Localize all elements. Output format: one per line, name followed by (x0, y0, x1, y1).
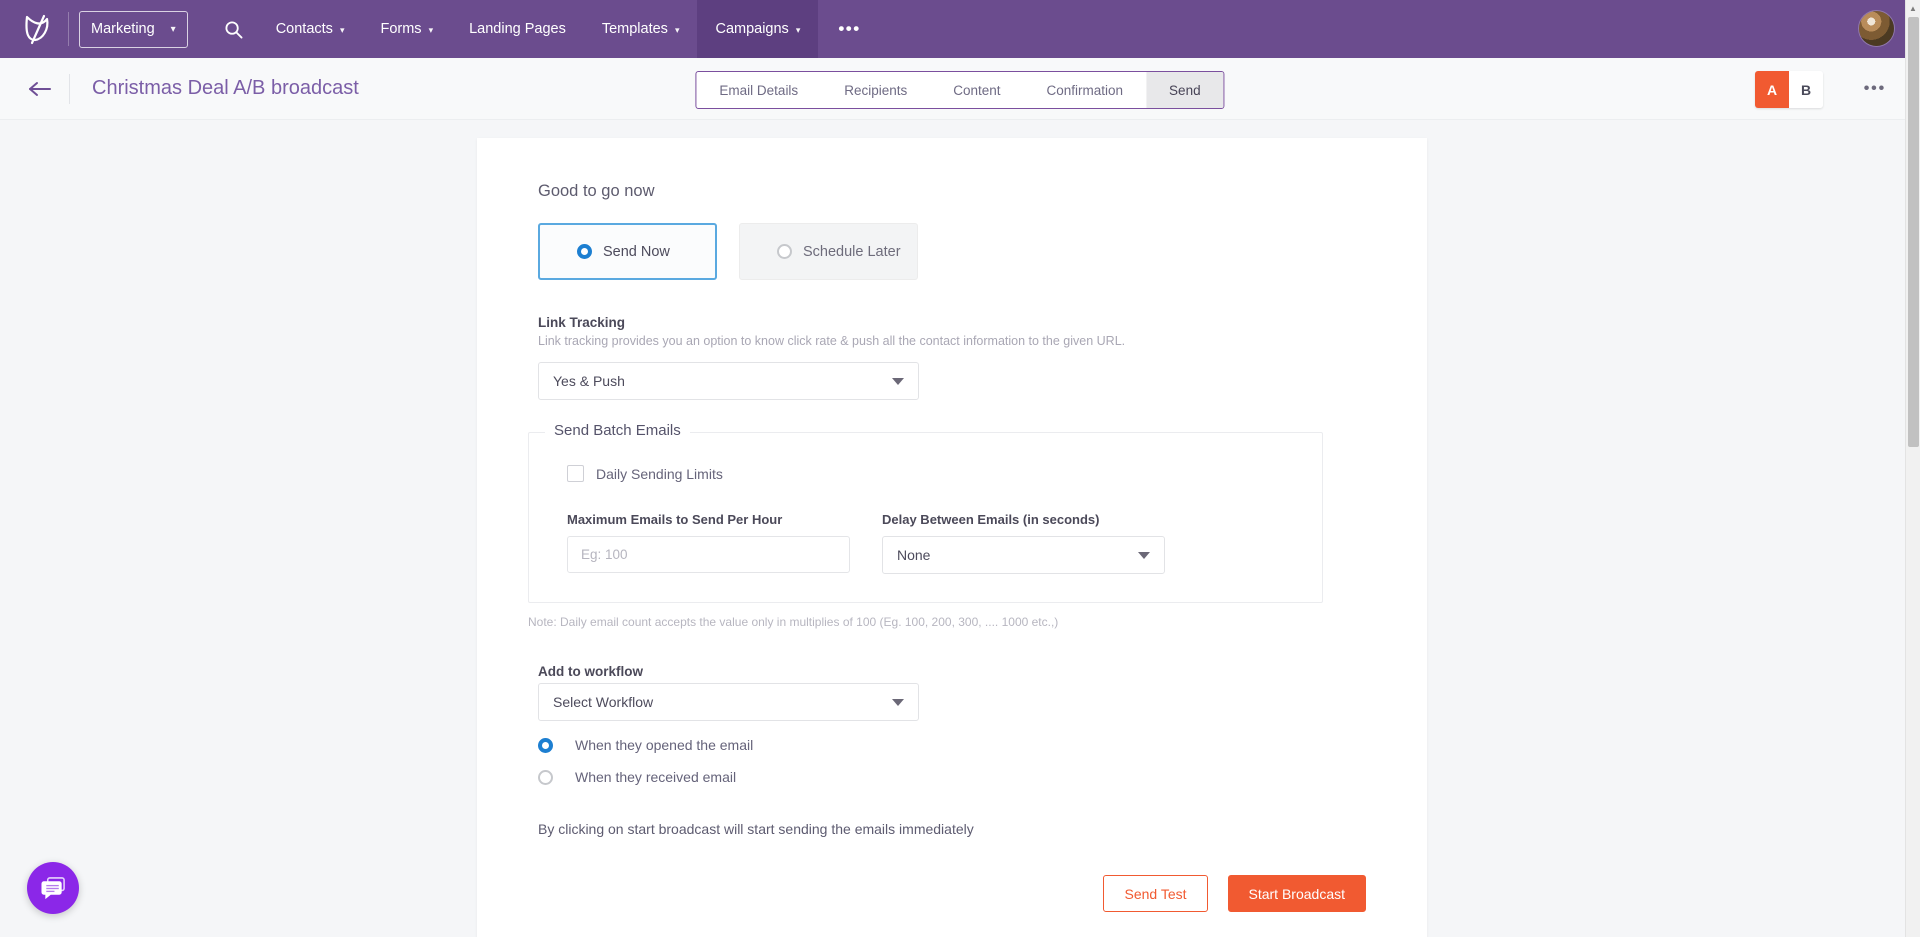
max-emails-input[interactable] (567, 536, 850, 573)
trigger-opened-option[interactable]: When they opened the email (538, 737, 1371, 753)
main-nav-items: Contacts ▾ Forms ▾ Landing Pages Templat… (258, 0, 819, 58)
schedule-option-group: Send Now Schedule Later (538, 223, 1371, 280)
trigger-received-label: When they received email (575, 769, 736, 785)
page-subheader: Christmas Deal A/B broadcast Email Detai… (0, 58, 1920, 120)
section-heading: Good to go now (538, 182, 1371, 201)
chat-bubble-icon[interactable] (27, 862, 79, 914)
link-tracking-value: Yes & Push (553, 373, 625, 389)
header-overflow-menu-icon[interactable]: ••• (1864, 80, 1886, 98)
chevron-down-icon (892, 378, 904, 385)
daily-sending-limits-row[interactable]: Daily Sending Limits (567, 465, 1284, 482)
send-batch-emails-fieldset: Send Batch Emails Daily Sending Limits M… (528, 432, 1323, 603)
nav-overflow-menu-icon[interactable]: ••• (818, 0, 880, 58)
tab-email-details[interactable]: Email Details (696, 72, 821, 108)
send-now-option[interactable]: Send Now (538, 223, 717, 280)
logo-divider (68, 12, 69, 46)
workflow-select[interactable]: Select Workflow (538, 683, 919, 721)
delay-value: None (897, 547, 930, 563)
tab-recipients[interactable]: Recipients (821, 72, 930, 108)
variant-toggle-group: A B (1755, 71, 1823, 108)
chevron-down-icon: ▾ (675, 25, 680, 36)
trigger-received-radio[interactable] (538, 770, 553, 785)
workspace-selector[interactable]: Marketing ▾ (79, 11, 188, 48)
tab-content[interactable]: Content (930, 72, 1023, 108)
variant-a-button[interactable]: A (1755, 71, 1789, 108)
link-tracking-select[interactable]: Yes & Push (538, 362, 919, 400)
tab-send[interactable]: Send (1146, 72, 1224, 108)
delay-column: Delay Between Emails (in seconds) None (882, 512, 1165, 574)
chevron-down-icon (1138, 552, 1150, 559)
header-divider (69, 74, 70, 104)
send-now-label: Send Now (603, 244, 670, 260)
link-tracking-label: Link Tracking (538, 315, 1371, 330)
trigger-received-option[interactable]: When they received email (538, 769, 1371, 785)
nav-item-contacts-label: Contacts (276, 21, 333, 37)
link-tracking-help-text: Link tracking provides you an option to … (538, 334, 1371, 348)
workflow-label: Add to workflow (538, 664, 1371, 679)
broadcast-note: By clicking on start broadcast will star… (538, 821, 1371, 837)
batch-legend: Send Batch Emails (545, 422, 690, 439)
page-title: Christmas Deal A/B broadcast (92, 77, 359, 100)
nav-item-landing-pages-label: Landing Pages (469, 21, 566, 37)
page-body: Good to go now Send Now Schedule Later L… (0, 120, 1920, 937)
send-test-button[interactable]: Send Test (1103, 875, 1207, 912)
nav-item-templates[interactable]: Templates ▾ (584, 0, 698, 58)
avatar[interactable] (1859, 11, 1894, 46)
variant-b-button[interactable]: B (1789, 71, 1823, 108)
chevron-down-icon (892, 699, 904, 706)
workflow-value: Select Workflow (553, 694, 653, 710)
max-emails-column: Maximum Emails to Send Per Hour (567, 512, 850, 574)
chevron-down-icon: ▾ (340, 25, 345, 36)
trigger-opened-label: When they opened the email (575, 737, 753, 753)
schedule-later-option[interactable]: Schedule Later (739, 223, 918, 280)
workspace-selector-label: Marketing (91, 21, 155, 37)
send-now-radio[interactable] (577, 244, 592, 259)
nav-item-landing-pages[interactable]: Landing Pages (451, 0, 584, 58)
delay-select[interactable]: None (882, 536, 1165, 574)
delay-label: Delay Between Emails (in seconds) (882, 512, 1165, 527)
nav-item-contacts[interactable]: Contacts ▾ (258, 0, 363, 58)
search-icon[interactable] (210, 0, 258, 58)
chevron-down-icon: ▾ (429, 25, 434, 36)
max-emails-label: Maximum Emails to Send Per Hour (567, 512, 850, 527)
start-broadcast-button[interactable]: Start Broadcast (1228, 875, 1367, 912)
daily-sending-limits-checkbox[interactable] (567, 465, 584, 482)
scrollbar-thumb[interactable] (1908, 17, 1919, 447)
schedule-later-label: Schedule Later (803, 244, 901, 260)
chevron-down-icon: ▾ (171, 24, 176, 35)
page-scrollbar[interactable]: ▲ (1905, 0, 1920, 937)
nav-item-templates-label: Templates (602, 21, 668, 37)
action-buttons: Send Test Start Broadcast (533, 875, 1371, 912)
chevron-down-icon: ▾ (796, 25, 801, 36)
nav-item-campaigns-label: Campaigns (715, 21, 788, 37)
scrollbar-up-arrow-icon[interactable]: ▲ (1906, 0, 1920, 16)
trigger-opened-radio[interactable] (538, 738, 553, 753)
nav-item-campaigns[interactable]: Campaigns ▾ (697, 0, 818, 58)
schedule-later-radio[interactable] (777, 244, 792, 259)
batch-note: Note: Daily email count accepts the valu… (528, 615, 1371, 629)
campaign-step-tabs: Email Details Recipients Content Confirm… (695, 71, 1224, 109)
wishpond-leaf-logo[interactable] (10, 0, 66, 58)
nav-item-forms-label: Forms (380, 21, 421, 37)
back-arrow-icon[interactable] (25, 74, 55, 104)
top-navigation-bar: Marketing ▾ Contacts ▾ Forms ▾ Landing P… (0, 0, 1920, 58)
daily-sending-limits-label: Daily Sending Limits (596, 466, 723, 482)
send-settings-card: Good to go now Send Now Schedule Later L… (477, 138, 1427, 937)
tab-confirmation[interactable]: Confirmation (1024, 72, 1147, 108)
nav-item-forms[interactable]: Forms ▾ (362, 0, 451, 58)
